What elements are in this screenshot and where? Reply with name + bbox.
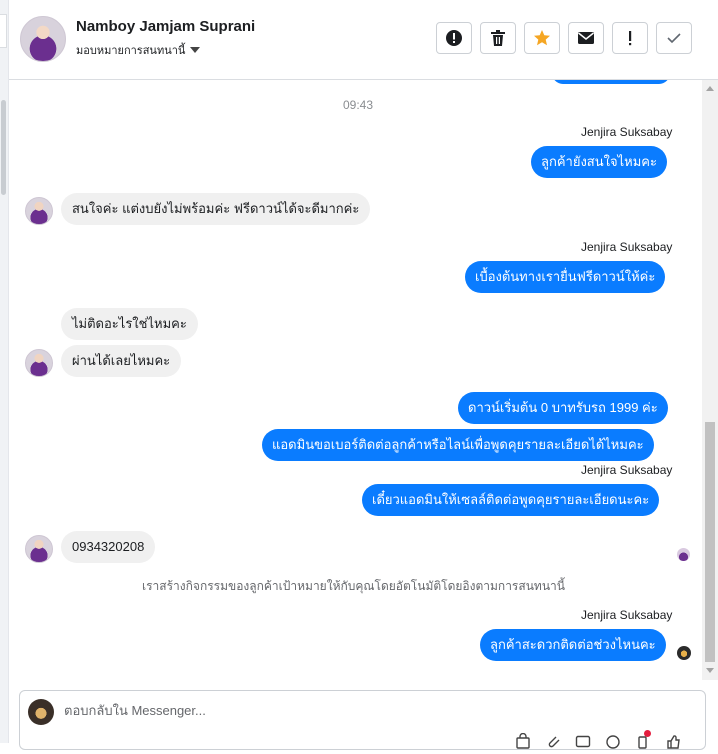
sender-name: Jenjira Suksabay [581, 463, 673, 477]
message-bubble-outgoing[interactable]: ลูกค้าสะดวกติดต่อช่วงไหนคะ [480, 629, 666, 661]
message-thread[interactable]: 09:43 Jenjira Suksabay ลูกค้ายังสนใจไหมค… [9, 80, 702, 680]
customer-avatar[interactable] [25, 535, 53, 563]
thread-scrollbar[interactable] [702, 80, 718, 680]
saved-reply-icon[interactable] [635, 730, 651, 749]
follow-up-button[interactable] [612, 22, 648, 54]
thumbs-up-icon[interactable] [665, 733, 681, 749]
left-scrollbar-thumb[interactable] [1, 100, 6, 195]
reply-input[interactable] [64, 703, 624, 718]
composer-tools [515, 730, 681, 749]
notification-dot [644, 730, 651, 737]
spam-icon [446, 30, 462, 46]
message-bubble-outgoing[interactable]: เดี๋ยวแอดมินให้เซลล์ติดต่อพูดคุยรายละเอี… [362, 484, 660, 516]
emoji-icon[interactable] [605, 733, 621, 749]
message-bubble-outgoing[interactable]: แอดมินขอเบอร์ติดต่อลูกค้าหรือไลน์เพื่อพู… [262, 429, 654, 461]
star-icon [534, 30, 550, 46]
assign-conversation-dropdown[interactable]: มอบหมายการสนทนานี้ [76, 41, 201, 59]
sender-name: Jenjira Suksabay [581, 608, 673, 622]
message-bubble-outgoing[interactable]: ดาวน์เริ่มต้น 0 บาทรับรถ 1999 ค่ะ [458, 392, 668, 424]
spam-button[interactable] [436, 22, 472, 54]
timestamp: 09:43 [343, 98, 374, 112]
contact-name[interactable]: Namboy Jamjam Suprani [76, 18, 255, 35]
star-button[interactable] [524, 22, 560, 54]
attachment-icon[interactable] [545, 733, 561, 749]
delete-button[interactable] [480, 22, 516, 54]
mark-done-button[interactable] [656, 22, 692, 54]
message-bubble-incoming[interactable]: 0934320208 [61, 531, 156, 563]
page-avatar [28, 699, 54, 725]
caret-down-icon [190, 47, 201, 53]
panel-tab[interactable] [0, 14, 7, 48]
trash-icon [491, 30, 505, 46]
contact-avatar[interactable] [20, 16, 66, 62]
message-bubble-partial [552, 80, 670, 84]
mark-unread-button[interactable] [568, 22, 604, 54]
message-bubble-outgoing[interactable]: ลูกค้ายังสนใจไหมคะ [531, 146, 667, 178]
envelope-icon [578, 32, 594, 44]
conversation-header: Namboy Jamjam Suprani มอบหมายการสนทนานี้ [9, 0, 718, 80]
checkmark-icon [667, 33, 681, 44]
assign-label: มอบหมายการสนทนานี้ [76, 45, 186, 57]
message-bubble-outgoing[interactable]: เบื้องต้นทางเรายื่นฟรีดาวน์ให้ค่ะ [465, 261, 666, 293]
exclamation-icon [629, 31, 632, 46]
message-bubble-incoming[interactable]: สนใจค่ะ แต่งบยังไม่พร้อมค่ะ ฟรีดาวน์ได้จ… [61, 193, 371, 225]
sender-name: Jenjira Suksabay [581, 240, 673, 254]
reply-composer [19, 690, 706, 750]
header-actions [436, 22, 692, 54]
sender-name: Jenjira Suksabay [581, 125, 673, 139]
gif-icon[interactable] [575, 733, 591, 749]
scroll-down-icon[interactable] [706, 668, 714, 673]
seen-receipt-avatar [677, 548, 690, 561]
system-note: เราสร้างกิจกรรมของลูกค้าเป้าหมายให้กับคุ… [142, 579, 565, 593]
shopping-bag-icon[interactable] [515, 732, 531, 749]
scrollbar-thumb[interactable] [705, 422, 715, 662]
customer-avatar[interactable] [25, 197, 53, 225]
customer-avatar[interactable] [25, 349, 53, 377]
message-bubble-incoming[interactable]: ไม่ติดอะไรใช่ไหมคะ [61, 308, 198, 340]
message-bubble-incoming[interactable]: ผ่านได้เลยไหมคะ [61, 345, 182, 377]
agent-read-avatar [677, 646, 691, 660]
scroll-up-icon[interactable] [706, 86, 714, 91]
left-panel-edge [0, 0, 9, 743]
